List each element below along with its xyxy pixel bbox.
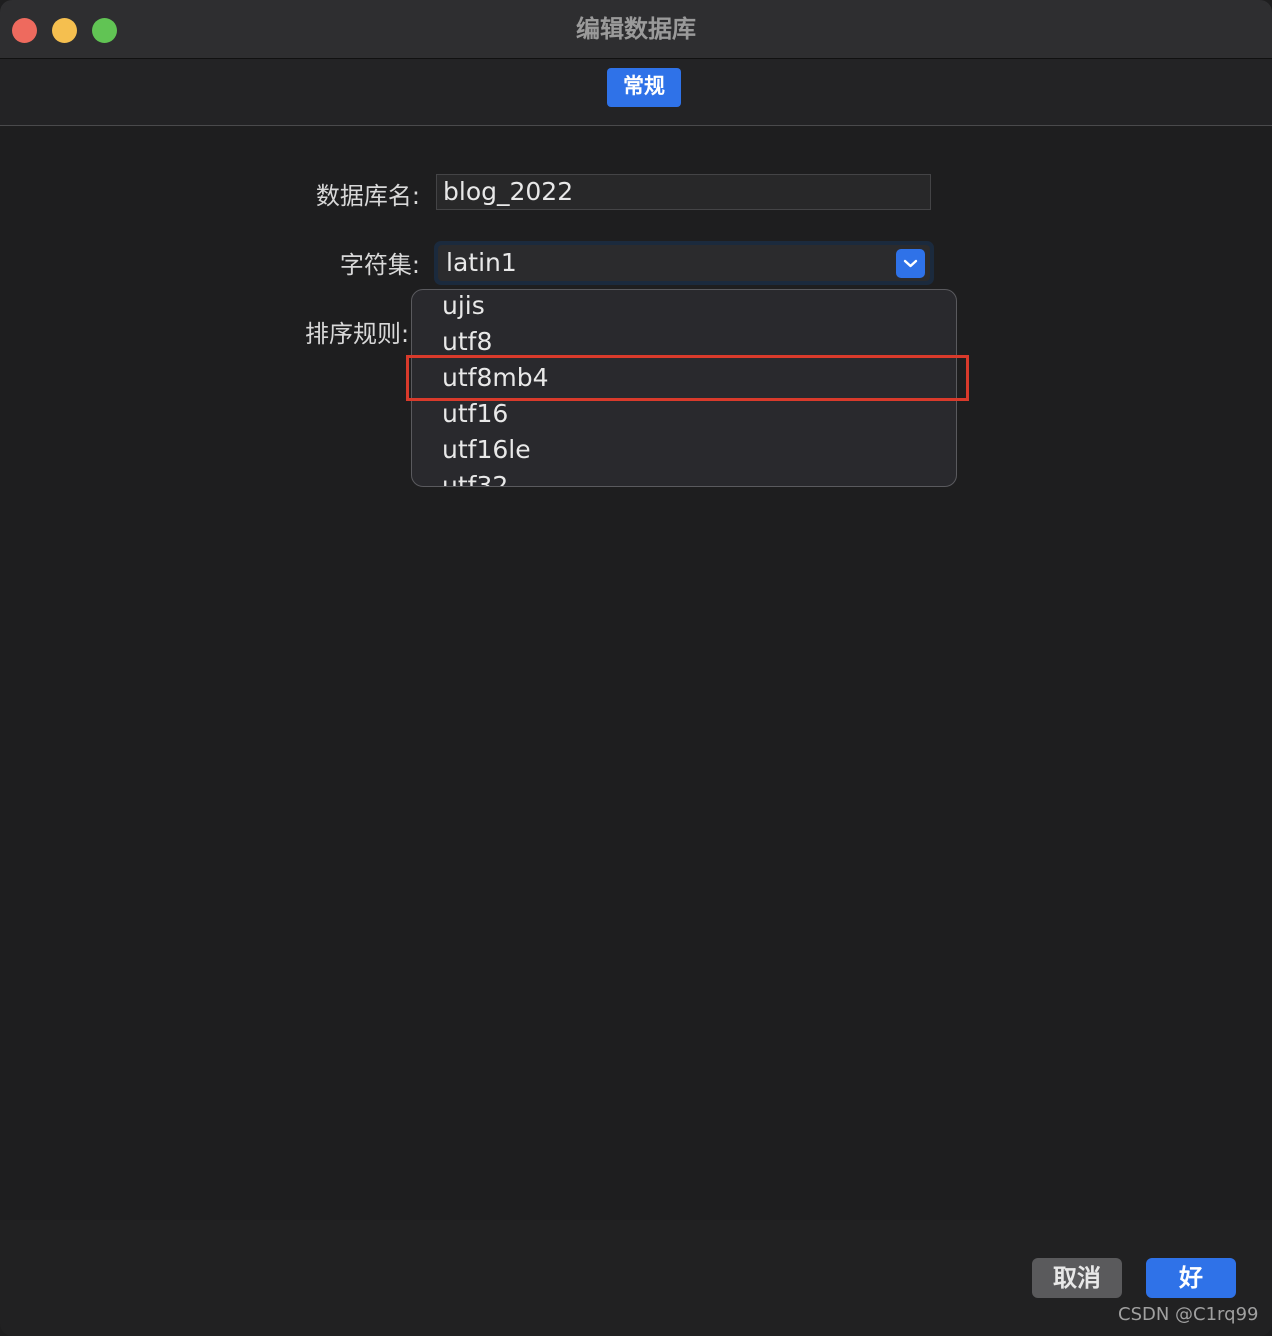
edit-database-window: 编辑数据库 常规 数据库名: blog_2022 字符集: latin1 排序规… [0,0,1272,1336]
charset-select-field[interactable]: latin1 [438,245,930,281]
dropdown-option-utf16le[interactable]: utf16le [442,432,531,468]
window-title: 编辑数据库 [576,15,696,43]
chevron-down-icon[interactable] [896,249,925,278]
watermark-text: CSDN @C1rq99 [1118,1304,1259,1325]
charset-select-value: latin1 [446,248,517,277]
ok-button[interactable]: 好 [1146,1258,1236,1298]
dropdown-option-ujis[interactable]: ujis [442,290,485,324]
highlight-annotation-box [406,355,969,401]
tab-general[interactable]: 常规 [607,68,681,107]
database-name-label: 数据库名: [315,182,420,210]
tab-bar: 常规 [0,59,1272,126]
cancel-button[interactable]: 取消 [1032,1258,1122,1298]
charset-label: 字符集: [339,251,420,279]
charset-select[interactable]: latin1 [434,241,934,285]
database-name-input[interactable]: blog_2022 [436,174,931,210]
dropdown-option-utf16[interactable]: utf16 [442,396,508,432]
title-bar: 编辑数据库 [0,0,1272,59]
collation-label: 排序规则: [305,320,410,348]
dropdown-option-utf32[interactable]: utf32 [442,468,508,486]
